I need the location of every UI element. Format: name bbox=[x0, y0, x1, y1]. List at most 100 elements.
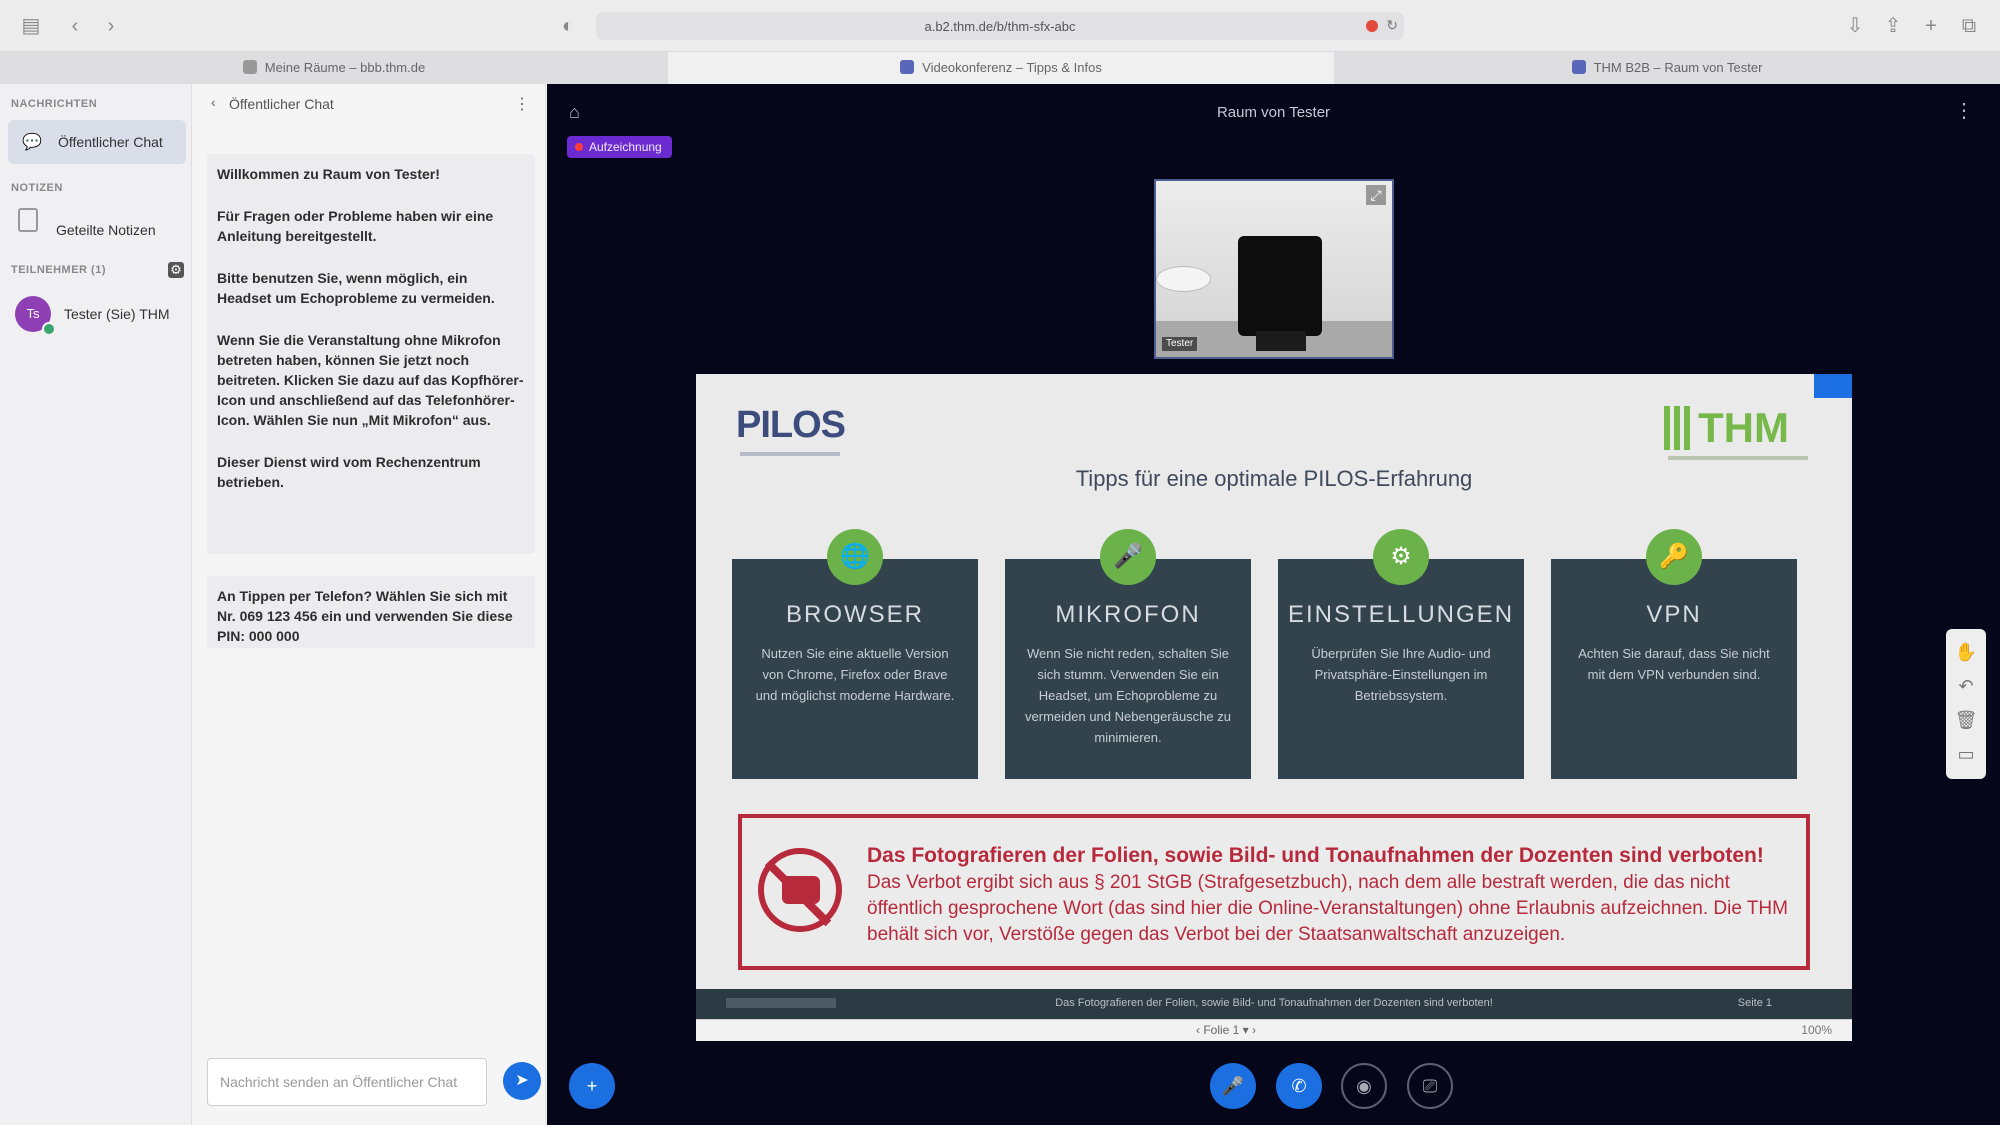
chat-title[interactable]: Öffentlicher Chat bbox=[229, 96, 334, 112]
tip-text: Achten Sie darauf, dass Sie nicht mit de… bbox=[1578, 646, 1770, 682]
recording-badge[interactable]: Aufzeichnung bbox=[567, 136, 672, 158]
messages-heading: NACHRICHTEN bbox=[11, 98, 98, 110]
tab-1[interactable]: Meine Räume – bbb.thm.de bbox=[0, 52, 668, 84]
back-icon[interactable]: ‹ bbox=[62, 14, 88, 38]
presentation-slide: PILOS THM Tipps für eine optimale PILOS-… bbox=[696, 374, 1852, 1019]
chat-options-icon[interactable]: ⋮ bbox=[514, 94, 530, 114]
zoom-level[interactable]: 100% bbox=[1801, 1023, 1832, 1037]
screenshare-button[interactable]: ⎚ bbox=[1407, 1063, 1453, 1109]
tab-label: Meine Räume – bbb.thm.de bbox=[264, 60, 426, 75]
sidebar-toggle-icon[interactable]: ▤ bbox=[18, 14, 44, 38]
tip-text: Überprüfen Sie Ihre Audio- und Privatsph… bbox=[1311, 646, 1491, 703]
dial-in-info: An Tippen per Telefon? Wählen Sie sich m… bbox=[207, 576, 535, 648]
slide-heading: Tipps für eine optimale PILOS-Erfahrung bbox=[1075, 466, 1473, 491]
hand-tool-icon[interactable]: ✋ bbox=[1946, 637, 1986, 667]
sidebar-item-public-chat[interactable]: 💬 Öffentlicher Chat bbox=[8, 120, 186, 164]
minimize-presentation-button[interactable] bbox=[1814, 374, 1852, 398]
address-bar[interactable]: a.b2.thm.de/b/thm-sfx-abc ↻ bbox=[596, 12, 1404, 40]
multi-user-icon[interactable]: ▭ bbox=[1946, 739, 1986, 769]
tab-3[interactable]: THM B2B – Raum von Tester bbox=[1334, 52, 2000, 84]
welcome-line: Bitte benutzen Sie, wenn möglich, ein He… bbox=[217, 270, 495, 306]
browser-toolbar: ▤ ‹ › ◐ a.b2.thm.de/b/thm-sfx-abc ↻ ⇩ ⇪ … bbox=[0, 0, 2000, 52]
user-options-icon[interactable]: ⚙ bbox=[168, 262, 184, 278]
undo-icon[interactable]: ↶ bbox=[1946, 671, 1986, 701]
sidebar-item-label: Öffentlicher Chat bbox=[58, 134, 163, 150]
tip-card-browser: 🌐 BROWSER Nutzen Sie eine aktuelle Versi… bbox=[732, 529, 978, 779]
fullscreen-icon[interactable]: ⤢ bbox=[1366, 185, 1386, 205]
trash-icon[interactable]: 🗑 bbox=[1946, 705, 1986, 735]
chat-message-input[interactable]: Nachricht senden an Öffentlicher Chat bbox=[207, 1058, 487, 1106]
whiteboard-toolbar: ✋ ↶ 🗑 ▭ bbox=[1946, 629, 1986, 779]
camera-button[interactable]: ◉ bbox=[1341, 1063, 1387, 1109]
warning-text: Das Verbot ergibt sich aus § 201 StGB (S… bbox=[867, 872, 1788, 945]
send-message-button[interactable]: ➤ bbox=[503, 1062, 541, 1100]
sidebar-item-shared-notes[interactable]: Geteilte Notizen bbox=[56, 222, 156, 238]
reload-icon[interactable]: ↻ bbox=[1386, 17, 1398, 34]
notes-heading: NOTIZEN bbox=[11, 182, 63, 194]
chat-icon: 💬 bbox=[22, 134, 42, 151]
tip-text: Nutzen Sie eine aktuelle Version von Chr… bbox=[755, 646, 955, 703]
presentation-toolbar: ‹ Folie 1 ▾ › 100% bbox=[696, 1019, 1852, 1041]
participant-name[interactable]: Tester (Sie) THM bbox=[64, 306, 170, 322]
tip-text: Wenn Sie nicht reden, schalten Sie sich … bbox=[1025, 646, 1231, 745]
pilos-logo-tagline bbox=[740, 452, 840, 456]
prohibition-slash bbox=[764, 859, 832, 927]
tip-title: VPN bbox=[1646, 601, 1702, 628]
tip-title: EINSTELLUNGEN bbox=[1287, 601, 1515, 628]
recording-prohibited-warning: Das Fotografieren der Folien, sowie Bild… bbox=[738, 814, 1810, 970]
welcome-message: Willkommen zu Raum von Tester! Für Frage… bbox=[207, 154, 535, 554]
forward-icon[interactable]: › bbox=[98, 14, 124, 38]
webcam-table bbox=[1156, 266, 1211, 292]
webcam-user-name: Tester bbox=[1162, 337, 1198, 351]
record-dot-icon bbox=[575, 143, 583, 151]
tip-title: MIKROFON bbox=[1055, 601, 1201, 628]
tip-card-microphone: 🎤 MIKROFON Wenn Sie nicht reden, schalte… bbox=[1005, 529, 1251, 779]
thm-logo-bars bbox=[1664, 406, 1690, 450]
footer-text: Das Fotografieren der Folien, sowie Bild… bbox=[1055, 997, 1493, 1009]
tip-title: BROWSER bbox=[785, 601, 924, 628]
recording-indicator-icon bbox=[1366, 20, 1378, 32]
audio-phone-button[interactable]: ✆ bbox=[1276, 1063, 1322, 1109]
footer-page-number: Seite 1 bbox=[1737, 997, 1772, 1009]
pilos-logo-text: PILOS bbox=[736, 404, 846, 446]
thm-logo-tagline bbox=[1668, 456, 1808, 460]
globe-icon: 🌐 bbox=[827, 529, 883, 585]
hide-chat-icon[interactable]: ‹ bbox=[211, 94, 216, 110]
tip-card-vpn: 🔑 VPN Achten Sie darauf, dass Sie nicht … bbox=[1551, 529, 1797, 779]
tab-overview-icon[interactable]: ⧉ bbox=[1956, 14, 1982, 38]
tab-label: THM B2B – Raum von Tester bbox=[1593, 60, 1763, 75]
microphone-button[interactable]: 🎤 bbox=[1210, 1063, 1256, 1109]
tab-favicon bbox=[242, 60, 257, 74]
url-text[interactable]: a.b2.thm.de/b/thm-sfx-abc bbox=[596, 19, 1404, 34]
chat-panel: ‹ Öffentlicher Chat ⋮ Willkommen zu Raum… bbox=[193, 84, 546, 1125]
tab-2[interactable]: Videokonferenz – Tipps & Infos bbox=[668, 52, 1334, 84]
meeting-title: Raum von Tester bbox=[1216, 104, 1331, 121]
thm-logo: THM bbox=[1664, 404, 1814, 464]
welcome-line: Dieser Dienst wird vom Rechenzentrum bet… bbox=[217, 454, 481, 490]
user-list-sidebar: NACHRICHTEN 💬 Öffentlicher Chat NOTIZEN … bbox=[0, 84, 192, 1125]
download-icon[interactable]: ⇩ bbox=[1842, 14, 1868, 38]
webcam-video[interactable]: ⤢ Tester bbox=[1154, 179, 1394, 359]
tip-card-settings: ⚙ EINSTELLUNGEN Überprüfen Sie Ihre Audi… bbox=[1278, 529, 1524, 779]
key-icon: 🔑 bbox=[1646, 529, 1702, 585]
webcam-chair bbox=[1238, 236, 1322, 336]
thm-logo-text: THM bbox=[1698, 404, 1789, 451]
tab-favicon bbox=[900, 60, 915, 74]
webcam-chair-base bbox=[1256, 331, 1306, 351]
tab-strip: Meine Räume – bbb.thm.de Videokonferenz … bbox=[0, 52, 2000, 84]
gear-icon: ⚙ bbox=[1373, 529, 1429, 585]
options-menu-icon[interactable]: ⋮ bbox=[1954, 98, 1974, 123]
actions-plus-button[interactable]: + bbox=[569, 1063, 615, 1109]
welcome-line: Wenn Sie die Veranstaltung ohne Mikrofon… bbox=[217, 332, 524, 428]
shield-icon[interactable]: ◐ bbox=[555, 14, 581, 38]
status-badge bbox=[42, 322, 56, 336]
notes-icon bbox=[18, 208, 38, 232]
tab-favicon bbox=[1571, 60, 1586, 74]
tab-label: Videokonferenz – Tipps & Infos bbox=[922, 60, 1102, 75]
recording-label: Aufzeichnung bbox=[589, 140, 662, 154]
share-icon[interactable]: ⇪ bbox=[1880, 14, 1906, 38]
welcome-line: Für Fragen oder Probleme haben wir eine … bbox=[217, 208, 494, 244]
slide-navigation[interactable]: ‹ Folie 1 ▾ › bbox=[1196, 1023, 1256, 1037]
new-tab-icon[interactable]: + bbox=[1918, 14, 1944, 38]
users-heading: TEILNEHMER (1) bbox=[11, 264, 106, 276]
